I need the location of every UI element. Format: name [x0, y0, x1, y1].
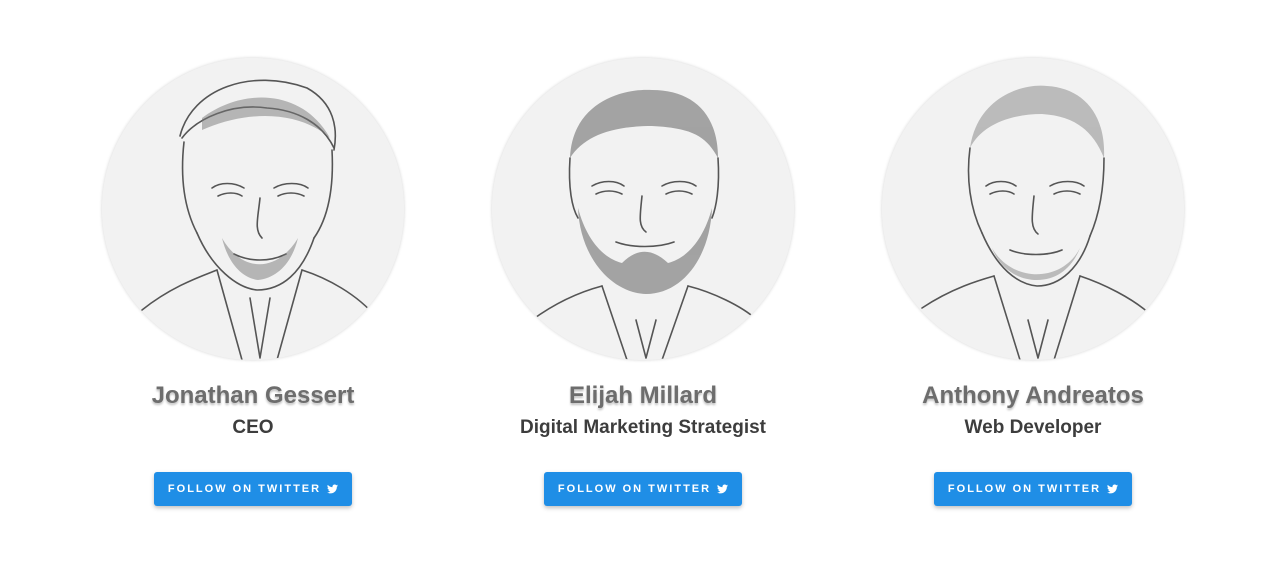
team-member-card: Elijah Millard Digital Marketing Strateg…	[453, 58, 833, 506]
follow-on-twitter-button[interactable]: FOLLOW ON TWITTER	[154, 472, 352, 506]
portrait-image	[882, 58, 1184, 360]
embossed-sketch-portrait	[492, 58, 794, 360]
twitter-bird-icon	[717, 484, 729, 494]
member-name: Elijah Millard	[568, 382, 718, 409]
member-role: CEO	[232, 417, 274, 438]
member-name: Anthony Andreatos	[922, 382, 1144, 409]
member-name: Jonathan Gessert	[151, 382, 355, 409]
team-section: Jonathan Gessert CEO FOLLOW ON TWITTER E…	[0, 0, 1288, 576]
follow-button-label: FOLLOW ON TWITTER	[167, 483, 322, 495]
embossed-sketch-portrait	[102, 58, 404, 360]
team-member-card: Jonathan Gessert CEO FOLLOW ON TWITTER	[63, 58, 443, 506]
twitter-bird-icon	[327, 484, 339, 494]
member-role: Web Developer	[964, 417, 1102, 438]
team-member-card: Anthony Andreatos Web Developer FOLLOW O…	[843, 58, 1223, 506]
portrait-image	[102, 58, 404, 360]
follow-button-label: FOLLOW ON TWITTER	[557, 483, 712, 495]
follow-on-twitter-button[interactable]: FOLLOW ON TWITTER	[934, 472, 1132, 506]
twitter-bird-icon	[1107, 484, 1119, 494]
follow-on-twitter-button[interactable]: FOLLOW ON TWITTER	[544, 472, 742, 506]
member-role: Digital Marketing Strategist	[520, 417, 766, 438]
embossed-sketch-portrait	[882, 58, 1184, 360]
portrait-image	[492, 58, 794, 360]
follow-button-label: FOLLOW ON TWITTER	[947, 483, 1102, 495]
